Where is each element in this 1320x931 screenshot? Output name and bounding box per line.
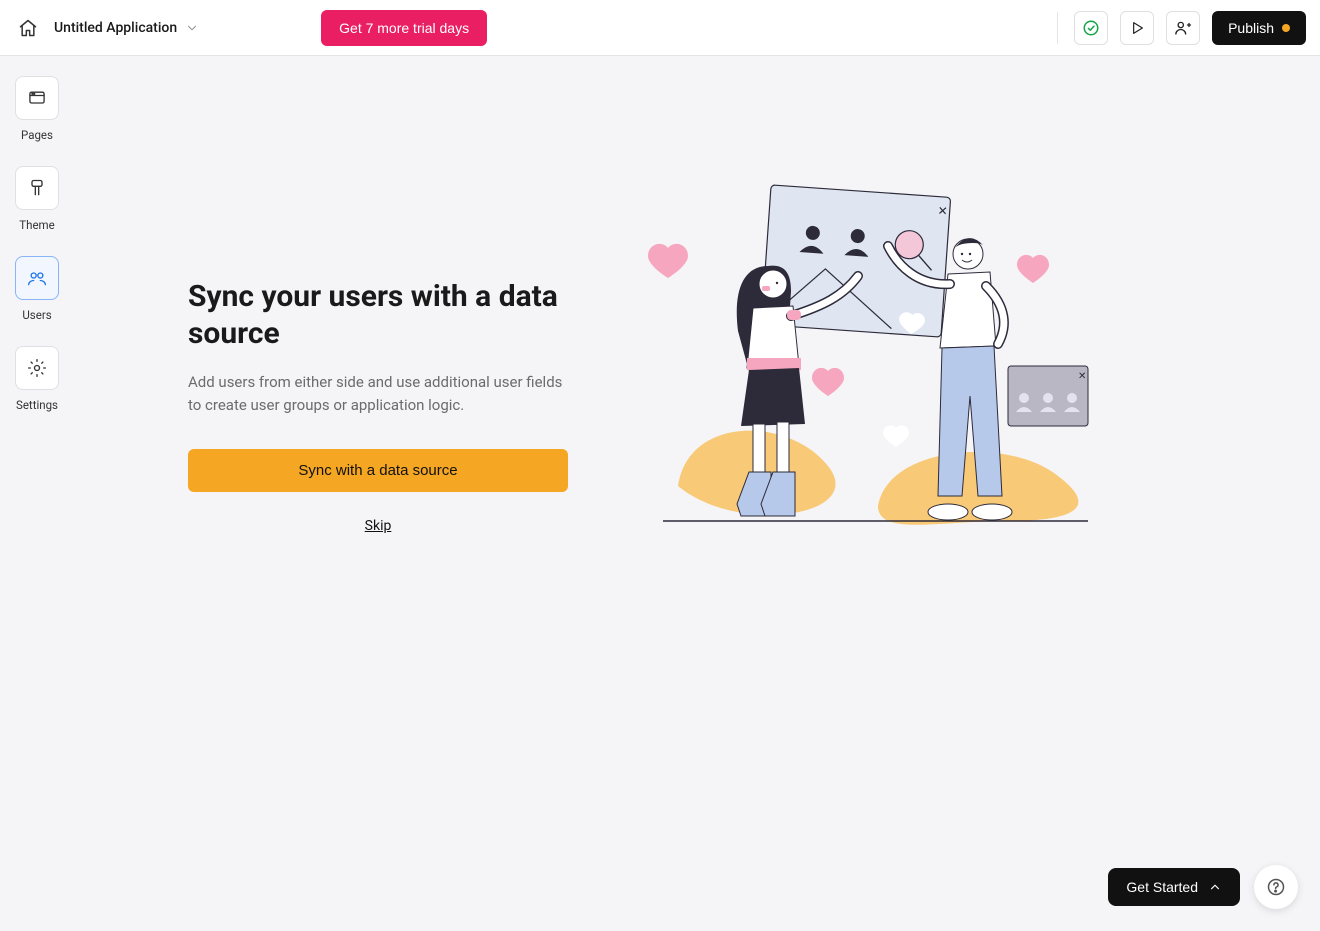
help-icon <box>1266 877 1286 897</box>
hero-section: Sync your users with a data source Add u… <box>74 56 1320 536</box>
skip-link[interactable]: Skip <box>188 518 568 534</box>
get-started-button[interactable]: Get Started <box>1108 868 1240 906</box>
publish-button[interactable]: Publish <box>1212 11 1306 45</box>
page-title: Sync your users with a data source <box>188 278 568 353</box>
hero-illustration: ✕ ✕ <box>628 176 1098 536</box>
sync-button[interactable]: Sync with a data source <box>188 449 568 492</box>
main-layout: Pages Theme Users Settings Sync your use… <box>0 56 1320 931</box>
app-title-dropdown[interactable]: Untitled Application <box>54 20 199 36</box>
page-description: Add users from either side and use addit… <box>188 371 568 418</box>
user-plus-icon <box>1174 19 1192 37</box>
settings-icon-box <box>15 346 59 390</box>
play-icon <box>1129 20 1145 36</box>
pages-icon-box <box>15 76 59 120</box>
theme-icon <box>27 178 47 198</box>
svg-text:✕: ✕ <box>1078 371 1086 382</box>
home-button[interactable] <box>14 14 42 42</box>
trial-button[interactable]: Get 7 more trial days <box>321 10 487 46</box>
hero-text: Sync your users with a data source Add u… <box>188 278 568 535</box>
pages-icon <box>27 88 47 108</box>
users-icon <box>27 268 47 288</box>
users-icon-box <box>15 256 59 300</box>
svg-text:✕: ✕ <box>937 204 948 219</box>
theme-icon-box <box>15 166 59 210</box>
app-title: Untitled Application <box>54 20 177 36</box>
app-header: Untitled Application Get 7 more trial da… <box>0 0 1320 56</box>
help-button[interactable] <box>1254 865 1298 909</box>
sidebar-item-label: Theme <box>19 218 54 232</box>
header-separator <box>1057 12 1058 44</box>
sidebar-item-pages[interactable]: Pages <box>15 76 59 142</box>
floating-actions: Get Started <box>1108 865 1298 909</box>
check-circle-icon <box>1082 19 1100 37</box>
get-started-label: Get Started <box>1126 879 1198 895</box>
preview-button[interactable] <box>1120 11 1154 45</box>
sidebar-item-settings[interactable]: Settings <box>15 346 59 412</box>
sidebar-item-label: Users <box>22 308 51 322</box>
publish-status-dot <box>1282 24 1290 32</box>
home-icon <box>18 18 38 38</box>
illustration-svg: ✕ ✕ <box>628 176 1098 536</box>
sidebar-item-theme[interactable]: Theme <box>15 166 59 232</box>
publish-label: Publish <box>1228 20 1274 36</box>
chevron-up-icon <box>1208 880 1222 894</box>
chevron-down-icon <box>185 21 199 35</box>
sidebar-item-label: Settings <box>16 398 58 412</box>
status-button[interactable] <box>1074 11 1108 45</box>
add-user-button[interactable] <box>1166 11 1200 45</box>
sidebar-item-label: Pages <box>21 128 53 142</box>
main-content: Sync your users with a data source Add u… <box>74 56 1320 931</box>
settings-icon <box>27 358 47 378</box>
sidebar: Pages Theme Users Settings <box>0 56 74 931</box>
sidebar-item-users[interactable]: Users <box>15 256 59 322</box>
